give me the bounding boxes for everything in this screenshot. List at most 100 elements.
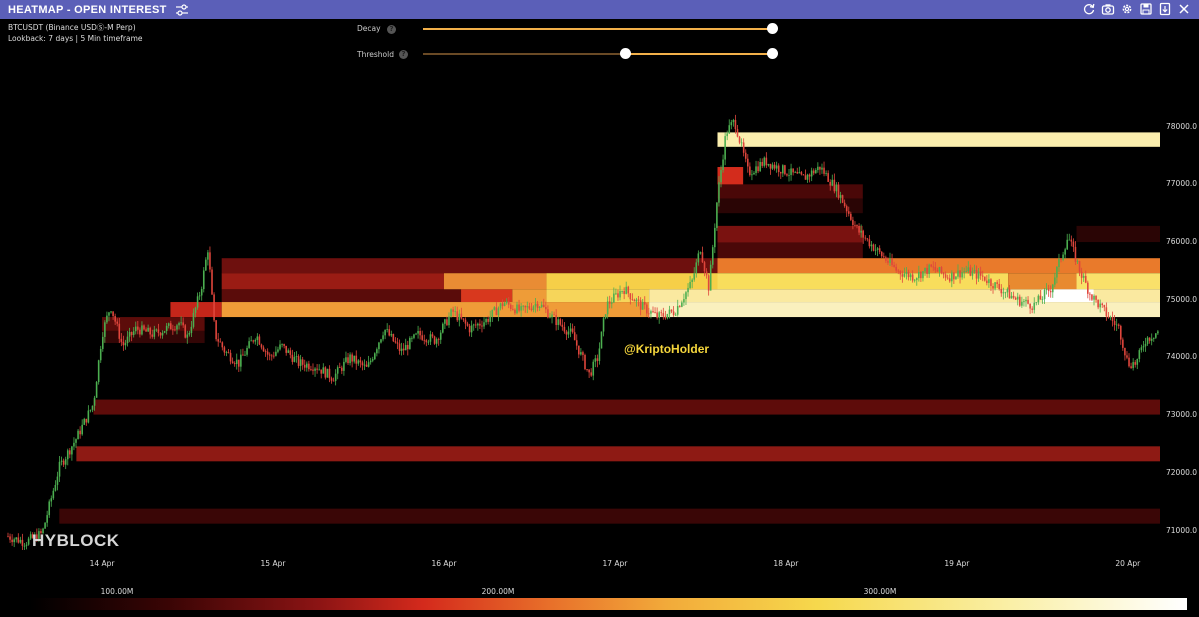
close-icon[interactable] <box>1177 2 1191 16</box>
candle-body <box>411 337 413 339</box>
candle-body <box>126 336 129 344</box>
candle-body <box>732 119 735 123</box>
candle-body <box>427 341 430 343</box>
y-tick-label: 75000.0 <box>1166 294 1198 304</box>
candle-body <box>468 325 471 333</box>
candle-body <box>1076 261 1079 262</box>
candle-body <box>433 336 436 344</box>
heat-band <box>221 273 444 290</box>
candle-body <box>746 158 749 167</box>
candle-body <box>615 293 617 295</box>
candle-body <box>477 323 479 326</box>
candle-body <box>852 219 854 226</box>
candle-body <box>936 270 939 272</box>
candle-body <box>1058 259 1060 267</box>
candle-body <box>124 343 127 346</box>
candle-body <box>330 378 333 381</box>
candle-body <box>46 515 48 523</box>
candle-body <box>757 166 759 172</box>
heat-band <box>717 198 863 214</box>
candle-body <box>707 275 710 291</box>
decay-slider-track[interactable] <box>423 28 772 30</box>
candle-body <box>97 360 100 383</box>
refresh-icon[interactable] <box>1082 2 1096 16</box>
candle-body <box>1012 295 1015 298</box>
candle-body <box>273 355 275 357</box>
candle-body <box>238 359 240 367</box>
heat-band <box>76 446 1160 462</box>
candle-body <box>592 361 595 376</box>
candle-body <box>681 302 683 307</box>
candle-body <box>891 258 893 265</box>
candle-body <box>481 325 483 327</box>
candle-body <box>19 539 22 543</box>
heat-band <box>512 289 547 303</box>
candle-body <box>957 270 959 277</box>
candle-body <box>885 257 887 261</box>
candle-body <box>254 340 257 342</box>
x-tick-label: 17 Apr <box>602 559 628 568</box>
candle-body <box>955 276 957 280</box>
candle-body <box>301 359 304 365</box>
candle-body <box>674 314 677 316</box>
candle-body <box>1124 347 1126 356</box>
candle-body <box>854 225 856 226</box>
gear-icon[interactable] <box>1120 2 1134 16</box>
candle-body <box>353 355 355 362</box>
candle-body <box>829 181 832 186</box>
candle-body <box>21 539 24 546</box>
camera-icon[interactable] <box>1101 2 1115 16</box>
candle-body <box>495 307 498 316</box>
candle-body <box>1023 301 1025 303</box>
candle-body <box>334 373 337 381</box>
threshold-slider-low-handle[interactable] <box>620 48 632 59</box>
candle-body <box>948 278 951 282</box>
candle-body <box>763 157 766 166</box>
candle-body <box>429 334 432 342</box>
candle-body <box>402 348 405 351</box>
candle-body <box>322 367 325 374</box>
candle-body <box>143 325 145 330</box>
candle-body <box>967 267 970 272</box>
sliders-icon[interactable] <box>175 3 189 16</box>
candle-body <box>876 248 879 250</box>
heat-band <box>221 258 718 274</box>
candle-body <box>1093 295 1095 300</box>
candle-body <box>25 544 28 546</box>
candle-body <box>398 343 401 351</box>
candle-body <box>1043 289 1046 300</box>
candle-body <box>7 536 9 538</box>
candle-body <box>720 170 722 183</box>
candle-body <box>66 450 69 460</box>
heat-band <box>93 399 1160 415</box>
threshold-help-icon[interactable]: ? <box>399 50 408 59</box>
candle-body <box>895 266 897 271</box>
candle-body <box>359 360 362 363</box>
candle-body <box>60 460 63 462</box>
candle-body <box>165 325 168 332</box>
candle-body <box>658 312 660 318</box>
candle-body <box>903 273 906 277</box>
candle-body <box>71 446 73 455</box>
candle-body <box>297 356 300 366</box>
candle-body <box>174 329 176 331</box>
heatmap-chart[interactable] <box>0 80 1160 550</box>
candle-body <box>1134 362 1137 365</box>
candle-body <box>847 211 850 214</box>
threshold-slider-high-handle[interactable] <box>767 48 778 59</box>
candle-body <box>104 322 106 337</box>
decay-slider-handle[interactable] <box>767 23 778 34</box>
candle-body <box>932 266 935 268</box>
heat-band <box>461 289 513 303</box>
decay-help-icon[interactable]: ? <box>387 25 396 34</box>
candle-body <box>862 230 864 238</box>
candle-body <box>963 271 965 273</box>
candle-body <box>409 337 411 350</box>
candle-body <box>1157 331 1159 334</box>
candle-body <box>798 172 801 174</box>
candle-body <box>503 303 506 307</box>
candle-body <box>435 339 438 344</box>
download-icon[interactable] <box>1158 2 1172 16</box>
save-icon[interactable] <box>1139 2 1153 16</box>
candle-body <box>365 364 368 367</box>
